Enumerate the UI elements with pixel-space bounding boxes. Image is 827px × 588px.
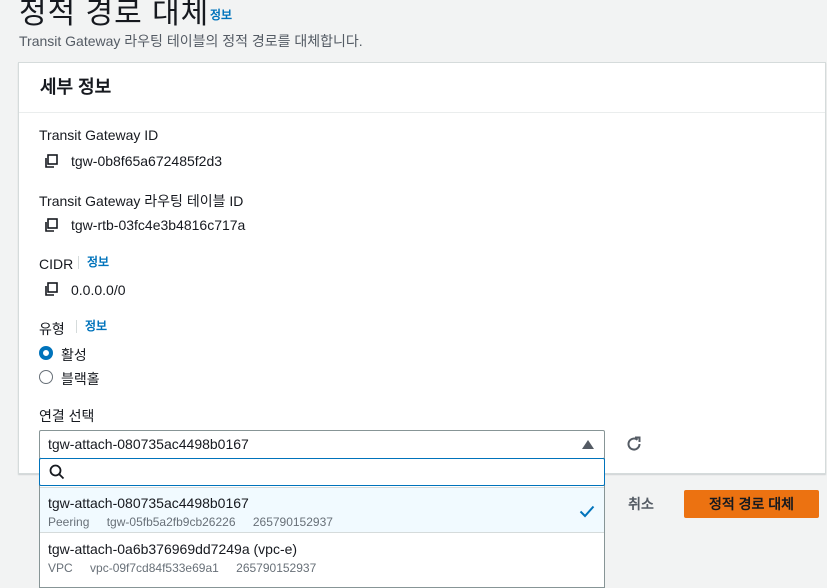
check-icon [579, 505, 595, 518]
details-panel: 세부 정보 [18, 62, 826, 474]
cidr-info-link[interactable]: 정보 [78, 256, 109, 269]
option-tag-resource: vpc-09f7cd84f533e69a1 [90, 561, 219, 575]
radio-blackhole[interactable] [39, 370, 53, 384]
radio-active-label[interactable]: 활성 [61, 345, 87, 365]
attachment-label: 연결 선택 [39, 408, 95, 424]
attachment-select-value: tgw-attach-080735ac4498b0167 [48, 436, 249, 452]
search-input[interactable] [39, 458, 605, 486]
cidr-value: 0.0.0.0/0 [71, 282, 126, 298]
search-icon [49, 464, 65, 480]
type-label: 유형 [39, 321, 65, 337]
dropdown-option[interactable]: tgw-attach-080735ac4498b0167 Peering tgw… [40, 487, 604, 533]
copy-icon[interactable] [43, 217, 59, 233]
option-tag-resource: tgw-05fb5a2fb9cb26226 [106, 515, 236, 529]
option-tag-account: 265790152937 [236, 561, 317, 575]
page-title: 정적 경로 대체 [19, 0, 210, 30]
attachment-dropdown: tgw-attach-080735ac4498b0167 Peering tgw… [39, 458, 605, 588]
option-tags: Peering tgw-05fb5a2fb9cb26226 2657901529… [48, 515, 347, 529]
option-title: tgw-attach-080735ac4498b0167 [48, 495, 249, 511]
refresh-icon[interactable] [624, 434, 644, 454]
option-tags: VPC vpc-09f7cd84f533e69a1 265790152937 [48, 561, 330, 575]
cidr-label: CIDR [39, 256, 74, 272]
copy-icon[interactable] [43, 281, 59, 297]
copy-icon[interactable] [43, 153, 59, 169]
rtb-id-label: Transit Gateway 라우팅 테이블 ID [39, 193, 244, 209]
radio-blackhole-label[interactable]: 블랙홀 [61, 369, 100, 389]
panel-title: 세부 정보 [40, 77, 112, 97]
rtb-id-value: tgw-rtb-03fc4e3b4816c717a [71, 217, 246, 233]
tgw-id-value: tgw-0b8f65a672485f2d3 [71, 153, 223, 169]
option-tag-account: 265790152937 [252, 515, 333, 529]
replace-static-route-button[interactable]: 정적 경로 대체 [684, 490, 819, 518]
dropdown-option[interactable]: tgw-attach-0a6b376969dd7249a (vpc-e) VPC… [40, 534, 604, 580]
caret-up-icon [582, 440, 594, 449]
panel-header: 세부 정보 [19, 63, 825, 113]
page-description: Transit Gateway 라우팅 테이블의 정적 경로를 대체합니다. [19, 33, 363, 49]
option-title: tgw-attach-0a6b376969dd7249a (vpc-e) [48, 541, 298, 557]
option-tag-type: VPC [48, 561, 73, 575]
tgw-id-label: Transit Gateway ID [39, 127, 159, 143]
type-info-link[interactable]: 정보 [76, 320, 107, 333]
option-tag-type: Peering [48, 515, 90, 529]
attachment-select[interactable]: tgw-attach-080735ac4498b0167 [39, 430, 605, 459]
cancel-button[interactable]: 취소 [614, 490, 668, 518]
title-info-link[interactable]: 정보 [210, 6, 232, 23]
radio-active[interactable] [39, 346, 53, 360]
